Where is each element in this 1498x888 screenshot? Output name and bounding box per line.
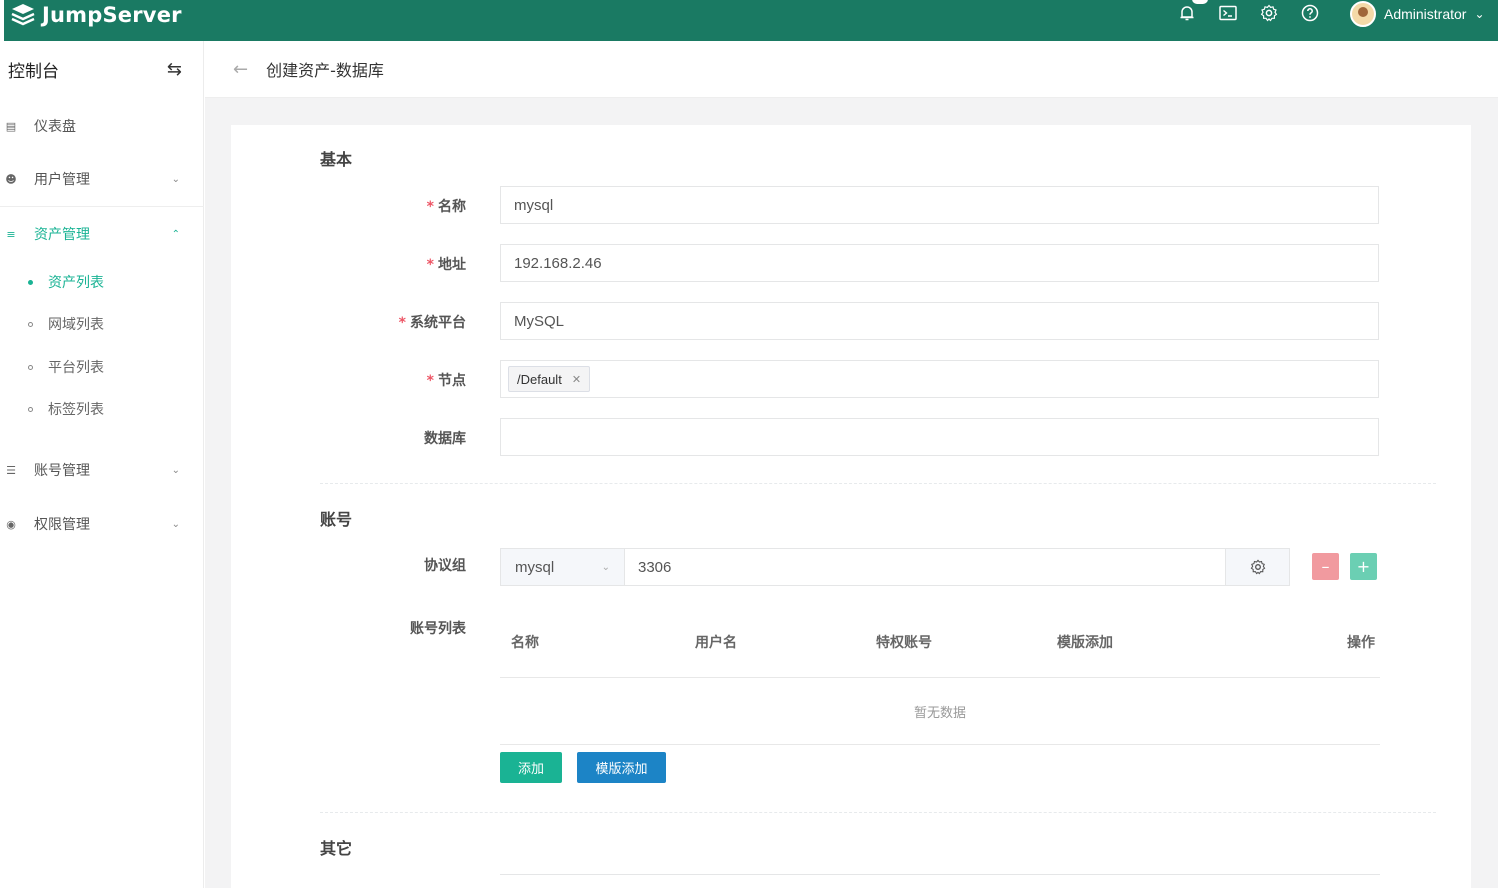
sidebar-item-label: 账号管理 [34,463,90,479]
chevron-down-icon: ⌄ [601,561,610,573]
column-header: 模版添加 [1057,635,1113,651]
gear-icon[interactable] [1259,3,1279,23]
platform-input[interactable]: MySQL [500,302,1379,340]
sidebar-subitem-label: 资产列表 [48,275,104,291]
protocol-label: 协议组 [424,558,466,574]
name-label: * 名称 [426,199,466,215]
node-select[interactable]: /Default ✕ [500,360,1379,398]
switch-view-icon[interactable]: ⇆ [167,59,182,80]
protocol-settings-button[interactable] [1225,549,1289,585]
sidebar-subitem-label: 网域列表 [48,317,104,333]
sidebar-subitem-domain-list[interactable]: 网域列表 [28,308,104,340]
divider [320,812,1436,813]
sidebar-item-dashboard[interactable]: ▤ 仪表盘 [0,106,204,146]
help-icon[interactable] [1300,3,1320,23]
platform-label: * 系统平台 [398,315,466,331]
section-title-basic: 基本 [320,150,353,169]
bullet-icon [28,364,33,370]
form-card [231,125,1471,888]
section-title-account: 账号 [320,510,353,529]
column-header: 名称 [511,635,539,651]
user-name: Administrator [1384,6,1467,22]
chevron-down-icon: ⌄ [171,173,180,185]
sidebar-subitem-label: 平台列表 [48,360,104,376]
app-logo[interactable]: JumpServer [10,0,182,30]
column-header: 操作 [1347,635,1375,651]
top-navbar: JumpServer Administrator ⌄ [4,0,1498,41]
name-input[interactable]: mysql [500,186,1379,224]
sidebar-item-label: 仪表盘 [34,119,76,135]
chevron-down-icon: ⌄ [171,464,180,476]
sidebar: 控制台 ⇆ ▤ 仪表盘 ☻ 用户管理 ⌄ ≡ 资产管理 ⌃ 资产列表 网域列表 … [0,41,204,888]
section-title-other: 其它 [320,839,353,858]
sidebar-item-label: 资产管理 [34,227,90,243]
column-header: 用户名 [695,635,737,651]
add-protocol-button[interactable]: + [1350,553,1377,580]
sidebar-item-accounts[interactable]: ☰ 账号管理 ⌄ [0,450,204,490]
user-menu[interactable]: Administrator ⌄ [1350,1,1485,27]
chevron-down-icon: ⌄ [171,518,180,530]
account-table-header: 名称 用户名 特权账号 模版添加 操作 [500,620,1380,678]
users-icon: ☻ [5,172,17,186]
shield-icon: ◉ [6,517,16,531]
gear-icon [1250,559,1265,575]
sidebar-item-label: 权限管理 [34,517,90,533]
node-label: * 节点 [426,373,466,389]
sidebar-subitem-platform-list[interactable]: 平台列表 [28,351,104,383]
remove-protocol-button[interactable]: – [1312,553,1339,580]
sidebar-item-assets[interactable]: ≡ 资产管理 ⌃ [0,214,204,254]
sidebar-subitem-asset-list[interactable]: 资产列表 [28,266,104,298]
chevron-down-icon: ⌄ [1474,7,1485,21]
sidebar-title: 控制台 [8,61,59,82]
template-add-button[interactable]: 模版添加 [577,752,666,783]
page-header: ← 创建资产-数据库 [205,41,1498,98]
page-title: 创建资产-数据库 [266,61,384,80]
layers-icon: ≡ [6,227,16,241]
chevron-up-icon: ⌃ [171,228,180,240]
protocol-select[interactable]: mysql ⌄ [501,549,625,585]
sidebar-subitem-label: 标签列表 [48,402,104,418]
bullet-icon [28,279,33,285]
terminal-icon[interactable] [1218,3,1238,23]
address-input[interactable]: 192.168.2.46 [500,244,1379,282]
address-label: * 地址 [426,257,466,273]
app-name: JumpServer [42,3,182,27]
divider [320,483,1436,484]
close-icon[interactable]: ✕ [572,373,581,386]
database-label: 数据库 [424,431,466,447]
protocol-row: mysql ⌄ 3306 [500,548,1290,586]
sidebar-item-perms[interactable]: ◉ 权限管理 ⌄ [0,504,204,544]
sidebar-subitem-label-list[interactable]: 标签列表 [28,393,104,425]
sidebar-item-label: 用户管理 [34,172,90,188]
bullet-icon [28,406,33,412]
column-header: 特权账号 [876,635,932,651]
database-input[interactable] [500,418,1379,456]
bullet-icon [28,321,33,327]
empty-state: 暂无数据 [500,678,1380,745]
bell-icon[interactable] [1177,3,1197,23]
notification-badge [1192,0,1208,4]
sidebar-item-users[interactable]: ☻ 用户管理 ⌄ [0,159,204,199]
port-input[interactable]: 3306 [625,549,1225,585]
accounts-icon: ☰ [6,463,16,477]
sidebar-header: 控制台 ⇆ [0,41,204,97]
jumpserver-logo-icon [11,4,35,26]
node-tag: /Default ✕ [508,366,591,392]
divider [0,206,204,207]
add-account-button[interactable]: 添加 [500,752,562,783]
divider [500,874,1380,875]
avatar [1350,1,1376,27]
account-list-label: 账号列表 [410,621,466,637]
dashboard-icon: ▤ [5,119,17,133]
back-arrow-icon[interactable]: ← [233,59,248,80]
